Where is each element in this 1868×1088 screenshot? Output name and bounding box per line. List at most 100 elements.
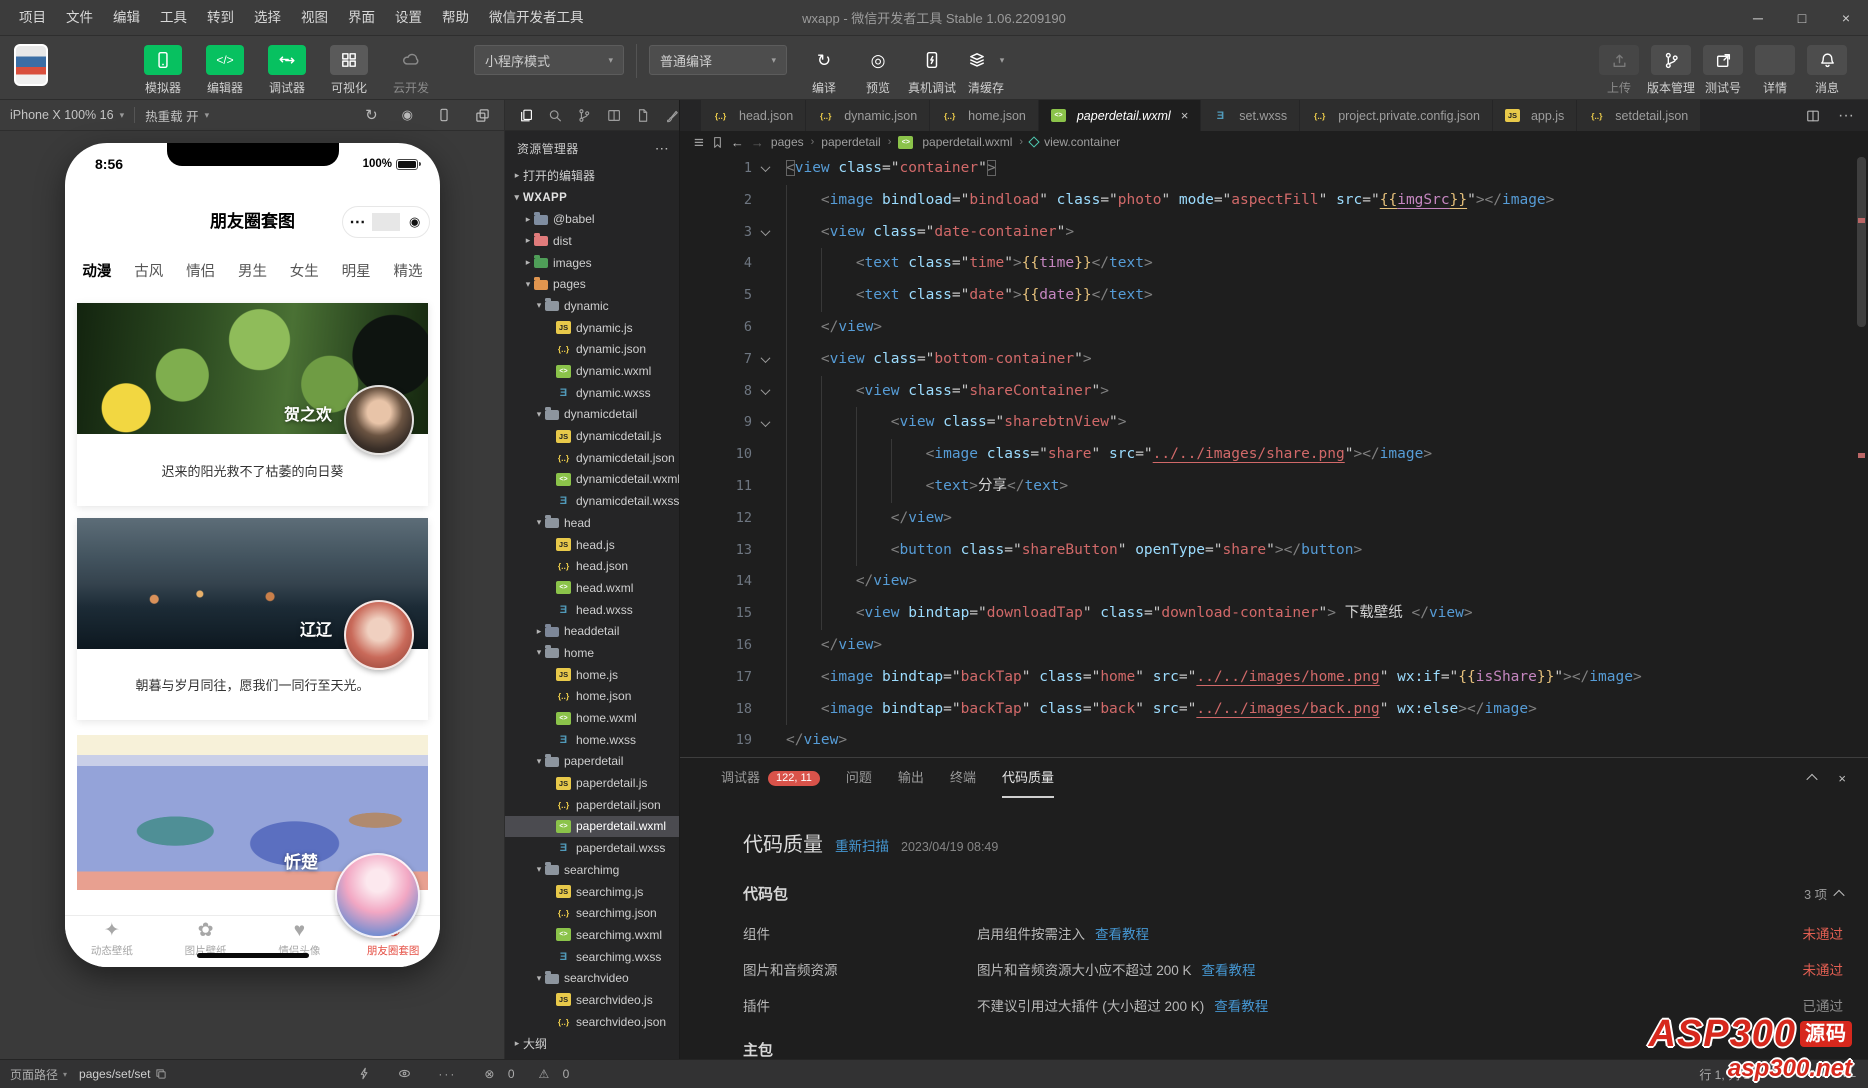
category-tab-动漫[interactable]: 动漫 [82, 260, 111, 281]
tree-item-images[interactable]: ▸ images [505, 252, 679, 274]
toolbar-编译-button[interactable]: ↻ 编译 [803, 36, 845, 96]
device-select[interactable]: iPhone X 100% 16 ▾ [0, 108, 134, 122]
toolbar-模拟器-button[interactable]: 模拟器 [142, 36, 184, 96]
fold-column[interactable] [752, 407, 778, 439]
toolbar-测试号-button[interactable]: 测试号 [1702, 36, 1744, 96]
tree-item-searchimg.js[interactable]: JS searchimg.js [505, 881, 679, 903]
tree-item-home[interactable]: ▾ home [505, 642, 679, 664]
editor-tab-app.js[interactable]: JS app.js [1492, 100, 1578, 131]
toolbar-可视化-button[interactable]: 可视化 [328, 36, 370, 96]
tree-item-home.wxss[interactable]: Ehome.wxss [505, 729, 679, 751]
more-icon[interactable]: ⋯ [655, 140, 669, 157]
tree-item-paperdetail.json[interactable]: {..} paperdetail.json [505, 794, 679, 816]
back-arrow-icon[interactable]: ← [731, 135, 744, 150]
eye-icon[interactable] [397, 1067, 412, 1080]
editor-tab-head.json[interactable]: {..} head.json [701, 100, 807, 131]
tree-item-WXAPP[interactable]: ▾ WXAPP [505, 187, 679, 209]
menu-item[interactable]: 文件 [57, 0, 102, 36]
branch-icon[interactable] [577, 108, 591, 123]
collapse-icon[interactable] [1833, 889, 1845, 901]
editor-tab-paperdetail.wxml[interactable]: <> paperdetail.wxml × [1038, 100, 1202, 131]
toolbar-真机调试-button[interactable]: 真机调试 [908, 36, 956, 96]
capsule-more-button[interactable]: ⋯ [343, 212, 372, 232]
tree-item-dynamicdetail.wxss[interactable]: Edynamicdetail.wxss [505, 490, 679, 512]
tree-item-searchimg.json[interactable]: {..} searchimg.json [505, 902, 679, 924]
tutorial-link[interactable]: 查看教程 [1214, 995, 1268, 1015]
menu-item[interactable]: 视图 [292, 0, 337, 36]
tree-item-@babel[interactable]: ▸ @babel [505, 208, 679, 230]
menu-item[interactable]: 设置 [386, 0, 431, 36]
tree-item-searchvideo[interactable]: ▾ searchvideo [505, 967, 679, 989]
breadcrumb-item-pages[interactable]: pages [771, 135, 804, 149]
more-icon[interactable]: ··· [1838, 107, 1854, 125]
maximize-button[interactable]: □ [1780, 0, 1824, 36]
toolbar-详情-button[interactable]: 详情 [1754, 36, 1796, 96]
category-tab-古风[interactable]: 古风 [134, 260, 163, 281]
file-icon[interactable] [636, 108, 650, 123]
mode-select[interactable]: 小程序模式 ▾ [474, 45, 624, 75]
files-icon[interactable] [519, 108, 533, 123]
device-frame-icon[interactable] [437, 108, 451, 122]
post-avatar[interactable] [335, 853, 420, 938]
breadcrumb-item-paperdetail[interactable]: paperdetail [821, 135, 880, 149]
forward-arrow-icon[interactable]: → [751, 135, 764, 150]
tabbar-item-情侣头像[interactable]: ♥ 情侣头像 [253, 916, 347, 967]
capsule-home-button[interactable]: ◉ [400, 214, 429, 230]
tree-item-pages[interactable]: ▾ pages [505, 273, 679, 295]
category-tab-女生[interactable]: 女生 [290, 260, 319, 281]
tree-item-searchimg[interactable]: ▾ searchimg [505, 859, 679, 881]
current-page-path[interactable]: pages/set/set [73, 1067, 173, 1081]
flash-icon[interactable] [358, 1067, 371, 1080]
panel-tab-代码质量[interactable]: 代码质量 [1002, 758, 1054, 798]
breadcrumb-item-view.container[interactable]: view.container [1028, 135, 1120, 149]
tutorial-link[interactable]: 查看教程 [1095, 923, 1149, 943]
post-card[interactable]: 忻楚 [77, 735, 428, 938]
collapse-panel-icon[interactable] [1806, 773, 1819, 786]
fold-column[interactable] [752, 153, 778, 185]
panel-tab-终端[interactable]: 终端 [950, 758, 976, 798]
brush-icon[interactable] [665, 108, 679, 123]
tree-item-dynamic.wxss[interactable]: Edynamic.wxss [505, 382, 679, 404]
tabbar-item-图片壁纸[interactable]: ✿ 图片壁纸 [159, 916, 253, 967]
rescan-link[interactable]: 重新扫描 [835, 835, 889, 855]
tree-item-dynamic.wxml[interactable]: <> dynamic.wxml [505, 360, 679, 382]
user-avatar[interactable] [14, 44, 48, 86]
panel-tab-输出[interactable]: 输出 [898, 758, 924, 798]
tree-item-paperdetail.wxss[interactable]: Epaperdetail.wxss [505, 837, 679, 859]
hot-reload-toggle[interactable]: 热重载 开 ▾ [135, 106, 219, 125]
tree-item-home.json[interactable]: {..} home.json [505, 686, 679, 708]
multi-window-icon[interactable] [475, 108, 490, 123]
category-tab-男生[interactable]: 男生 [238, 260, 267, 281]
category-tab-情侣[interactable]: 情侣 [186, 260, 215, 281]
tree-item-paperdetail[interactable]: ▾ paperdetail [505, 751, 679, 773]
encoding-indicator[interactable]: UTF-8 [1768, 1066, 1802, 1083]
fold-column[interactable] [752, 344, 778, 376]
tree-item-searchimg.wxml[interactable]: <> searchimg.wxml [505, 924, 679, 946]
tree-item-dynamicdetail[interactable]: ▾ dynamicdetail [505, 404, 679, 426]
tree-item-searchvideo.js[interactable]: JS searchvideo.js [505, 989, 679, 1011]
menu-item[interactable]: 项目 [10, 0, 55, 36]
toolbar-编辑器-button[interactable]: </> 编辑器 [204, 36, 246, 96]
breadcrumb-item-paperdetail.wxml[interactable]: <> paperdetail.wxml [898, 135, 1012, 149]
copy-icon[interactable] [155, 1068, 167, 1080]
menu-item[interactable]: 界面 [339, 0, 384, 36]
language-mode[interactable]: WXML [1820, 1066, 1856, 1083]
tree-item-head[interactable]: ▾ head [505, 512, 679, 534]
tree-item-dynamic.js[interactable]: JS dynamic.js [505, 317, 679, 339]
panel-tab-调试器[interactable]: 调试器 122, 11 [721, 758, 820, 798]
restart-icon[interactable]: ↻ [365, 108, 378, 123]
page-path-select[interactable]: 页面路径 ▾ [0, 1066, 73, 1083]
menu-item[interactable]: 工具 [151, 0, 196, 36]
tree-item-head.json[interactable]: {..} head.json [505, 555, 679, 577]
tree-item-paperdetail.wxml[interactable]: <> paperdetail.wxml [505, 815, 679, 838]
close-button[interactable]: × [1824, 0, 1868, 36]
toolbar-版本管理-button[interactable]: 版本管理 [1647, 36, 1695, 96]
close-panel-icon[interactable]: × [1838, 771, 1846, 786]
tree-item-headdetail[interactable]: ▸ headdetail [505, 620, 679, 642]
minimize-button[interactable]: ─ [1736, 0, 1780, 36]
editor-scrollbar[interactable] [1854, 153, 1868, 757]
tree-item-searchimg.wxss[interactable]: Esearchimg.wxss [505, 946, 679, 968]
tree-item-dynamic.json[interactable]: {..} dynamic.json [505, 339, 679, 361]
post-card[interactable]: 辽辽 朝暮与岁月同往，愿我们一同行至天光。 [77, 518, 428, 720]
toolbar-消息-button[interactable]: 消息 [1806, 36, 1848, 96]
